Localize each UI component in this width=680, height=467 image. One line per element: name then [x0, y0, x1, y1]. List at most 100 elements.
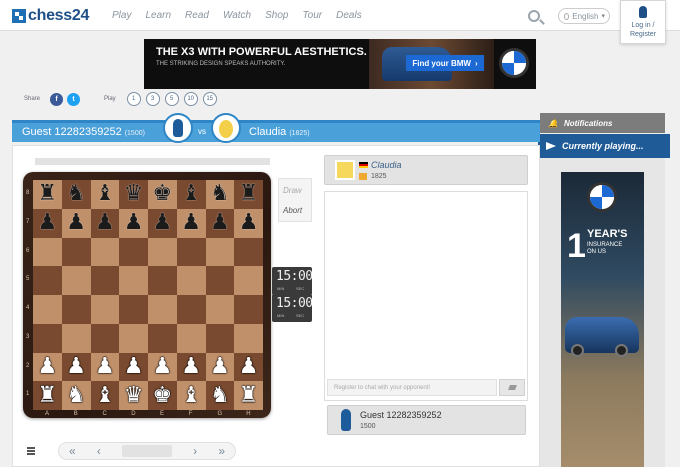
- square-h1[interactable]: ♜: [234, 381, 263, 410]
- square-f1[interactable]: ♝: [176, 381, 206, 410]
- my-player-card[interactable]: Guest 12282359252 1500: [327, 405, 526, 435]
- chat-send-button[interactable]: [499, 379, 525, 396]
- square-b1[interactable]: ♞: [61, 381, 91, 410]
- black-piece[interactable]: ♟: [38, 212, 58, 234]
- chess-board[interactable]: ♜ ♞ ♝ ♛ ♚ ♝ ♞ ♜ ♟ ♟ ♟ ♟ ♟ ♟ ♟ ♟ ♟ ♟ ♟ ♟ ♟ ♟ ♟ ♟ ♜ ♞ ♝ ♛ ♚ ♝ ♞ ♜ 8 7 6 5 4 3 2…: [23, 172, 271, 418]
- square-h7[interactable]: ♟: [234, 208, 263, 238]
- square-e2[interactable]: ♟: [148, 352, 177, 382]
- white-piece[interactable]: ♟: [66, 355, 86, 378]
- last-move-button[interactable]: »: [218, 444, 225, 458]
- black-piece[interactable]: ♟: [181, 212, 201, 234]
- square-g3[interactable]: [205, 323, 235, 353]
- square-c3[interactable]: [90, 323, 120, 353]
- board-squares[interactable]: ♜ ♞ ♝ ♛ ♚ ♝ ♞ ♜ ♟ ♟ ♟ ♟ ♟ ♟ ♟ ♟ ♟ ♟ ♟ ♟ ♟ ♟ ♟ ♟ ♜ ♞ ♝ ♛ ♚ ♝ ♞ ♜: [33, 180, 263, 410]
- square-d6[interactable]: [119, 237, 148, 267]
- square-f2[interactable]: ♟: [176, 352, 206, 382]
- square-d4[interactable]: [119, 295, 148, 324]
- square-d1[interactable]: ♛: [119, 381, 148, 410]
- square-a1[interactable]: ♜: [33, 381, 62, 410]
- square-g2[interactable]: ♟: [205, 352, 235, 382]
- square-f5[interactable]: [176, 266, 206, 295]
- square-f3[interactable]: [176, 323, 206, 353]
- square-e4[interactable]: [148, 295, 177, 324]
- square-b4[interactable]: [61, 295, 91, 324]
- prev-move-button[interactable]: ‹: [97, 444, 101, 458]
- white-piece[interactable]: ♟: [124, 355, 144, 378]
- square-b5[interactable]: [61, 266, 91, 295]
- square-c2[interactable]: ♟: [90, 352, 120, 382]
- time-control-1[interactable]: 1: [126, 92, 141, 106]
- square-h2[interactable]: ♟: [234, 352, 263, 382]
- white-piece[interactable]: ♞: [66, 384, 86, 407]
- square-c7[interactable]: ♟: [90, 208, 120, 238]
- square-b8[interactable]: ♞: [61, 180, 91, 209]
- square-g8[interactable]: ♞: [205, 180, 235, 209]
- white-piece[interactable]: ♜: [38, 384, 58, 407]
- opponent-card[interactable]: Claudia 1825: [324, 155, 528, 185]
- black-piece[interactable]: ♟: [210, 212, 230, 234]
- menu-icon[interactable]: [22, 446, 40, 458]
- nav-deals[interactable]: Deals: [336, 10, 362, 21]
- white-piece[interactable]: ♟: [239, 355, 259, 378]
- square-h4[interactable]: [234, 295, 263, 324]
- black-piece[interactable]: ♟: [124, 212, 144, 234]
- draw-button[interactable]: Draw: [283, 186, 302, 195]
- square-c8[interactable]: ♝: [90, 180, 120, 209]
- white-player[interactable]: Guest 12282359252 (1500): [22, 126, 145, 138]
- square-e5[interactable]: [148, 266, 177, 295]
- square-e3[interactable]: [148, 323, 177, 353]
- nav-learn[interactable]: Learn: [145, 10, 171, 21]
- time-control-10[interactable]: 10: [183, 92, 198, 106]
- black-piece[interactable]: ♜: [38, 183, 58, 205]
- black-piece[interactable]: ♟: [95, 212, 115, 234]
- square-a5[interactable]: [33, 266, 62, 295]
- square-d2[interactable]: ♟: [119, 352, 148, 382]
- square-h5[interactable]: [234, 266, 263, 295]
- facebook-icon[interactable]: f: [50, 92, 64, 106]
- square-c6[interactable]: [90, 237, 120, 267]
- white-piece[interactable]: ♟: [38, 355, 58, 378]
- black-player[interactable]: Claudia (1825): [249, 126, 310, 138]
- chat-input[interactable]: Register to chat with your opponent!: [327, 379, 497, 396]
- nav-watch[interactable]: Watch: [223, 10, 251, 21]
- square-f7[interactable]: ♟: [176, 208, 206, 238]
- square-a2[interactable]: ♟: [33, 352, 62, 382]
- black-piece[interactable]: ♛: [124, 183, 144, 205]
- twitter-icon[interactable]: t: [67, 92, 81, 106]
- next-move-button[interactable]: ›: [193, 444, 197, 458]
- square-b3[interactable]: [61, 323, 91, 353]
- square-g1[interactable]: ♞: [205, 381, 235, 410]
- vertical-ad[interactable]: 1 YEAR'S INSURANCE ON US: [561, 172, 644, 467]
- time-control-3[interactable]: 3: [145, 92, 160, 106]
- square-c1[interactable]: ♝: [90, 381, 120, 410]
- square-e6[interactable]: [148, 237, 177, 267]
- white-piece[interactable]: ♝: [95, 384, 115, 407]
- white-piece[interactable]: ♟: [153, 355, 173, 378]
- white-piece[interactable]: ♟: [181, 355, 201, 378]
- square-e7[interactable]: ♟: [148, 208, 177, 238]
- square-a6[interactable]: [33, 237, 62, 267]
- black-piece[interactable]: ♟: [66, 212, 86, 234]
- square-b6[interactable]: [61, 237, 91, 267]
- time-control-15[interactable]: 15: [202, 92, 217, 106]
- square-a7[interactable]: ♟: [33, 208, 62, 238]
- square-h6[interactable]: [234, 237, 263, 267]
- square-b7[interactable]: ♟: [61, 208, 91, 238]
- nav-read[interactable]: Read: [185, 10, 209, 21]
- language-selector[interactable]: English ▾: [558, 8, 610, 24]
- ad-banner[interactable]: THE X3 WITH POWERFUL AESTHETICS. THE STR…: [144, 39, 536, 89]
- notifications-tab[interactable]: 🔔 Notifications: [540, 113, 665, 133]
- square-e8[interactable]: ♚: [148, 180, 177, 209]
- white-piece[interactable]: ♜: [239, 384, 259, 407]
- black-piece[interactable]: ♝: [95, 183, 115, 205]
- black-piece[interactable]: ♚: [153, 183, 173, 205]
- black-piece[interactable]: ♝: [181, 183, 201, 205]
- white-piece[interactable]: ♟: [95, 355, 115, 378]
- black-piece[interactable]: ♟: [153, 212, 173, 234]
- currently-playing-tab[interactable]: Currently playing...: [538, 134, 670, 158]
- time-control-5[interactable]: 5: [164, 92, 179, 106]
- square-h3[interactable]: [234, 323, 263, 353]
- square-a4[interactable]: [33, 295, 62, 324]
- chess24-logo[interactable]: chess24: [12, 6, 89, 25]
- square-d7[interactable]: ♟: [119, 208, 148, 238]
